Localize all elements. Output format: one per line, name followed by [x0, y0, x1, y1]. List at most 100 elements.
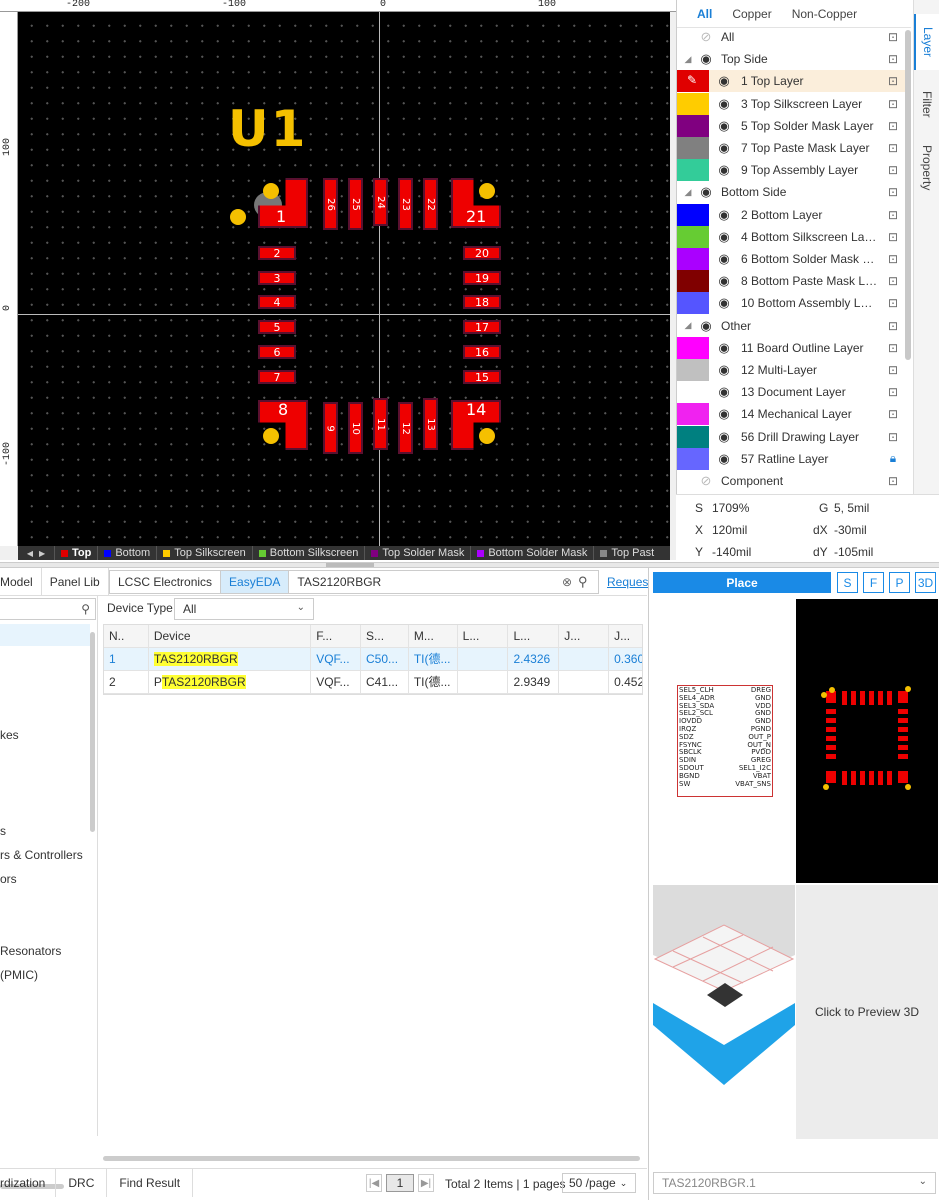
layer-color-swatch[interactable] — [677, 159, 709, 182]
pad[interactable]: 3 — [258, 271, 296, 285]
pad[interactable]: 10 — [348, 402, 363, 454]
unlock-icon[interactable]: ⊡ — [879, 208, 907, 222]
layer-color-swatch[interactable] — [677, 248, 709, 270]
pad[interactable]: 22 — [423, 178, 438, 230]
unlock-icon[interactable]: ⊡ — [879, 341, 907, 355]
photo-preview[interactable] — [653, 885, 795, 1139]
arrow-left-icon[interactable]: ◀ — [27, 549, 33, 558]
layer-group-row[interactable]: ◢ ◉ Other ⊡ — [677, 315, 907, 337]
layer-color-swatch[interactable] — [677, 137, 709, 159]
layer-row[interactable]: ◉ 7 Top Paste Mask Layer ⊡ — [677, 137, 907, 159]
layer-row[interactable]: ◉ 3 Top Silkscreen Layer ⊡ — [677, 92, 907, 115]
eye-icon[interactable]: ◉ — [713, 73, 735, 89]
pad[interactable]: 17 — [463, 320, 501, 334]
eye-icon[interactable]: ◉ — [713, 406, 735, 422]
tree-item[interactable]: rs & Controllers — [0, 848, 83, 862]
pad[interactable]: 11 — [373, 398, 388, 450]
side-tab-layer[interactable]: Layer — [914, 14, 939, 70]
device-type-select[interactable]: All ⌄ — [174, 598, 314, 620]
unlock-icon[interactable]: ⊡ — [879, 274, 907, 288]
pad[interactable]: 25 — [348, 178, 363, 230]
tree-item-selected[interactable] — [0, 624, 90, 646]
source-lcsc[interactable]: LCSC Electronics — [110, 571, 222, 593]
per-page-select[interactable]: 50 /page ⌄ — [562, 1173, 636, 1193]
eye-icon[interactable]: ◉ — [695, 318, 717, 334]
search-icon[interactable]: ⚲ — [81, 602, 90, 616]
layer-group-row[interactable]: ⊘ All ⊡ — [677, 26, 907, 48]
layer-row[interactable]: ◉ 11 Board Outline Layer ⊡ — [677, 336, 907, 359]
eye-icon[interactable]: ◉ — [713, 229, 735, 245]
pad[interactable]: 5 — [258, 320, 296, 334]
column-header[interactable]: N.. — [104, 624, 149, 648]
layer-row[interactable]: ◉ 9 Top Assembly Layer ⊡ — [677, 159, 907, 182]
splitter-handle[interactable] — [326, 563, 374, 567]
tree-search[interactable]: ⚲ — [0, 598, 96, 620]
layer-color-swatch[interactable] — [677, 225, 709, 248]
pad[interactable]: 13 — [423, 398, 438, 450]
unlock-icon[interactable]: ⊡ — [879, 363, 907, 377]
layer-tabs-nav[interactable]: ◀ ▶ — [18, 546, 54, 560]
eye-icon[interactable]: ◉ — [713, 140, 735, 156]
pad[interactable]: 26 — [323, 178, 338, 230]
pcb-view-button[interactable]: P — [889, 572, 910, 593]
unlock-icon[interactable]: ⊡ — [879, 385, 907, 399]
tree-item[interactable]: s — [0, 824, 6, 838]
layer-tab[interactable]: Top Past — [593, 546, 660, 560]
eye-icon[interactable]: ◉ — [713, 118, 735, 134]
eye-icon[interactable]: ◉ — [713, 96, 735, 112]
symbol-view-button[interactable]: S — [837, 572, 858, 593]
layer-color-swatch[interactable] — [677, 270, 709, 293]
lock-icon[interactable]: 🔒︎ — [879, 451, 907, 466]
pad[interactable]: 2 — [258, 246, 296, 260]
tab-non-copper[interactable]: Non-Copper — [782, 7, 867, 21]
unlock-icon[interactable]: ⊡ — [879, 163, 907, 177]
layer-group-row[interactable]: ⊘ Component ⊡ — [677, 470, 907, 492]
pad[interactable]: 15 — [463, 370, 501, 384]
tree-item[interactable]: (PMIC) — [0, 968, 38, 982]
layer-row[interactable]: ◉ 57 Ratline Layer 🔒︎ — [677, 447, 907, 470]
unlock-icon[interactable]: ⊡ — [879, 52, 907, 66]
pad[interactable]: 23 — [398, 178, 413, 230]
unlock-icon[interactable]: ⊡ — [879, 30, 907, 44]
eye-hidden-icon[interactable]: ⊘ — [695, 473, 717, 489]
layer-row[interactable]: ◉ 12 Multi-Layer ⊡ — [677, 359, 907, 381]
column-header[interactable]: J... — [559, 624, 610, 648]
eye-icon[interactable]: ◉ — [713, 273, 735, 289]
layer-color-swatch[interactable] — [677, 447, 709, 470]
unlock-icon[interactable]: ⊡ — [879, 141, 907, 155]
tree-scrollbar[interactable] — [90, 632, 95, 832]
side-tab-filter[interactable]: Filter — [914, 76, 939, 132]
layer-scrollbar[interactable] — [905, 30, 911, 360]
tree-item[interactable]: ors — [0, 872, 17, 886]
unlock-icon[interactable]: ⊡ — [879, 252, 907, 266]
layer-row[interactable]: ◉ 5 Top Solder Mask Layer ⊡ — [677, 114, 907, 137]
table-h-scrollbar[interactable] — [103, 1156, 640, 1161]
pad[interactable]: 18 — [463, 295, 501, 309]
pad[interactable]: 20 — [463, 246, 501, 260]
layer-color-swatch[interactable] — [677, 403, 709, 426]
column-header[interactable]: J... — [609, 625, 642, 648]
layer-tab[interactable]: Bottom — [97, 546, 156, 560]
layer-row[interactable]: ◉ 8 Bottom Paste Mask La... ⊡ — [677, 270, 907, 293]
eye-icon[interactable]: ◉ — [713, 384, 735, 400]
page-current[interactable]: 1 — [386, 1174, 414, 1192]
eye-icon[interactable]: ◉ — [713, 429, 735, 445]
layer-row[interactable]: ◉ 6 Bottom Solder Mask L... ⊡ — [677, 248, 907, 270]
tree-item[interactable]: kes — [0, 728, 19, 742]
eye-icon[interactable]: ◉ — [713, 251, 735, 267]
unlock-icon[interactable]: ⊡ — [879, 407, 907, 421]
preview-3d-placeholder[interactable]: Click to Preview 3D — [796, 885, 938, 1139]
collapse-triangle-icon[interactable]: ◢ — [681, 54, 695, 65]
pad[interactable]: 9 — [323, 402, 338, 454]
arrow-right-icon[interactable]: ▶ — [39, 549, 45, 558]
layer-color-swatch[interactable] — [677, 359, 709, 381]
layer-color-swatch[interactable] — [677, 381, 709, 404]
table-row[interactable]: 1 TAS2120RBGR VQF... C50... TI(德... 2.43… — [104, 647, 642, 671]
pad[interactable]: 6 — [258, 345, 296, 359]
place-button[interactable]: Place — [653, 572, 831, 593]
source-easyeda[interactable]: EasyEDA — [221, 571, 290, 593]
pad[interactable]: 12 — [398, 402, 413, 454]
layer-color-swatch[interactable] — [677, 114, 709, 137]
search-input[interactable] — [289, 572, 562, 592]
eye-icon[interactable]: ◉ — [713, 451, 735, 467]
